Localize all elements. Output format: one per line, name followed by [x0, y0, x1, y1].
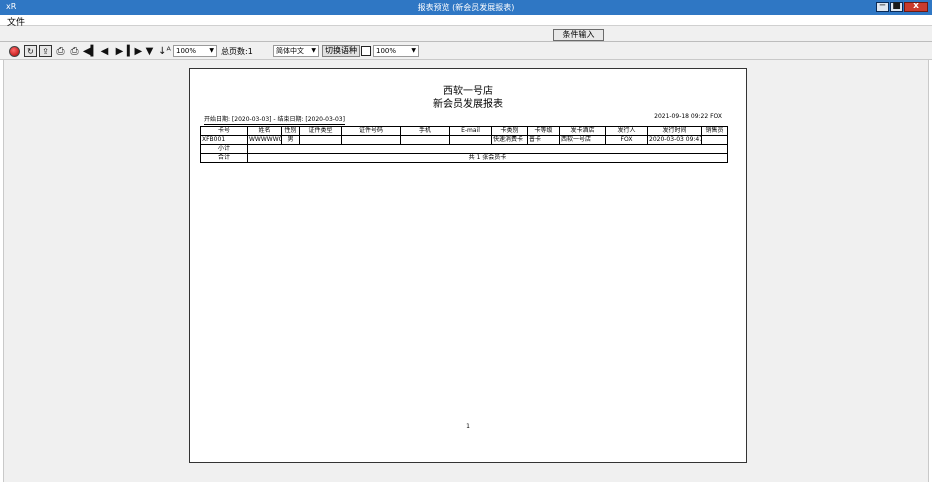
- table-cell: 西软一号店: [559, 135, 606, 145]
- column-header: 发行时间: [647, 126, 702, 136]
- page-number: 1: [466, 423, 470, 430]
- close-icon: x: [913, 1, 919, 11]
- column-header: 手机: [400, 126, 450, 136]
- last-page-icon[interactable]: ▍▶: [127, 45, 142, 57]
- filter-icon[interactable]: ▼: [143, 45, 156, 57]
- table-header-row: 卡号 姓名 性别 证件类型 证件号码 手机 E-mail 卡类别 卡等级 发卡酒…: [200, 126, 728, 136]
- refresh-icon[interactable]: ↻: [24, 45, 37, 57]
- zoom-select-value: 100%: [176, 47, 197, 55]
- total-pages: 总页数:1: [221, 47, 253, 56]
- subtotal-label: 小计: [200, 144, 248, 154]
- window-title: 报表预览 (新会员发展报表): [417, 3, 515, 12]
- menu-bar: 文件: [0, 15, 932, 28]
- chevron-down-icon: ▼: [209, 47, 214, 54]
- chevron-down-icon: ▼: [311, 47, 316, 54]
- column-header: E-mail: [449, 126, 492, 136]
- column-header: 卡号: [200, 126, 248, 136]
- minimize-button[interactable]: ─: [876, 1, 889, 12]
- table-cell: XFB001: [200, 135, 248, 145]
- language-select-value: 简体中文: [276, 47, 304, 55]
- condition-input-button[interactable]: 条件输入: [553, 29, 604, 41]
- language-select[interactable]: 简体中文 ▼: [273, 45, 319, 57]
- total-row: 合计 共 1 张会员卡: [200, 153, 728, 163]
- table-cell: WWWWWQ: [247, 135, 282, 145]
- table-cell: FOX: [605, 135, 648, 145]
- column-header: 姓名: [247, 126, 282, 136]
- table-cell: 普卡: [527, 135, 560, 145]
- export-icon[interactable]: ⇪: [39, 45, 52, 57]
- minimize-icon: ─: [879, 1, 886, 11]
- table-cell: [299, 135, 342, 145]
- column-header: 销售员: [701, 126, 728, 136]
- column-header: 证件号码: [341, 126, 401, 136]
- zoom-select-2-value: 100%: [376, 47, 397, 55]
- column-header: 性别: [281, 126, 300, 136]
- next-page-icon[interactable]: ▶: [113, 45, 126, 57]
- stop-icon[interactable]: [9, 46, 20, 57]
- condition-band: 条件输入: [0, 26, 932, 42]
- maximize-button[interactable]: ■: [890, 1, 903, 12]
- column-header: 发卡酒店: [559, 126, 606, 136]
- table-cell: [449, 135, 492, 145]
- maximize-icon: ■: [892, 1, 901, 11]
- report-title: 新会员发展报表: [433, 99, 503, 110]
- subtotal-row: 小计: [200, 144, 728, 154]
- total-label: 合计: [200, 153, 248, 163]
- column-header: 卡等级: [527, 126, 560, 136]
- print-setup-icon[interactable]: ⎙: [68, 45, 81, 57]
- sort-icon[interactable]: ↓ᴬ: [158, 45, 171, 57]
- total-value: 共 1 张会员卡: [247, 153, 728, 163]
- column-header: 证件类型: [299, 126, 342, 136]
- table-cell: [701, 135, 728, 145]
- table-cell: [400, 135, 450, 145]
- close-button[interactable]: x: [904, 1, 928, 12]
- switch-language-button[interactable]: 切换语种: [322, 45, 360, 57]
- column-header: 卡类别: [491, 126, 528, 136]
- table-cell: [341, 135, 401, 145]
- title-bar: xR 报表预览 (新会员发展报表) ─ ■ x: [0, 0, 932, 15]
- table-cell: 快速消费卡: [491, 135, 528, 145]
- toolbar: ↻ ⇪ ⎙ ⎙ ◀▍ ◀ ▶ ▍▶ ▼ ↓ᴬ 100% ▼ 总页数:1 简体中文…: [0, 42, 932, 60]
- prev-page-icon[interactable]: ◀: [98, 45, 111, 57]
- zoom-select[interactable]: 100% ▼: [173, 45, 217, 57]
- preview-area: 西软一号店 新会员发展报表 开始日期: [2020-03-03] - 结束日期:…: [3, 60, 929, 482]
- print-icon[interactable]: ⎙: [54, 45, 67, 57]
- table-row: XFB001 WWWWWQ 男 快速消费卡 普卡 西软一号店 FOX 2020-…: [200, 135, 728, 145]
- report-date-range: 开始日期: [2020-03-03] - 结束日期: [2020-03-03]: [204, 116, 345, 125]
- option-checkbox[interactable]: [361, 46, 371, 56]
- report-table: 卡号 姓名 性别 证件类型 证件号码 手机 E-mail 卡类别 卡等级 发卡酒…: [200, 126, 728, 163]
- report-page: 西软一号店 新会员发展报表 开始日期: [2020-03-03] - 结束日期:…: [189, 68, 747, 463]
- chevron-down-icon: ▼: [411, 47, 416, 54]
- zoom-select-2[interactable]: 100% ▼: [373, 45, 419, 57]
- table-cell: 2020-03-03 09:47: [647, 135, 702, 145]
- first-page-icon[interactable]: ◀▍: [83, 45, 98, 57]
- subtotal-value: [247, 144, 728, 154]
- report-printed-at: 2021-09-18 09:22 FOX: [654, 113, 722, 120]
- column-header: 发行人: [605, 126, 648, 136]
- table-cell: 男: [281, 135, 300, 145]
